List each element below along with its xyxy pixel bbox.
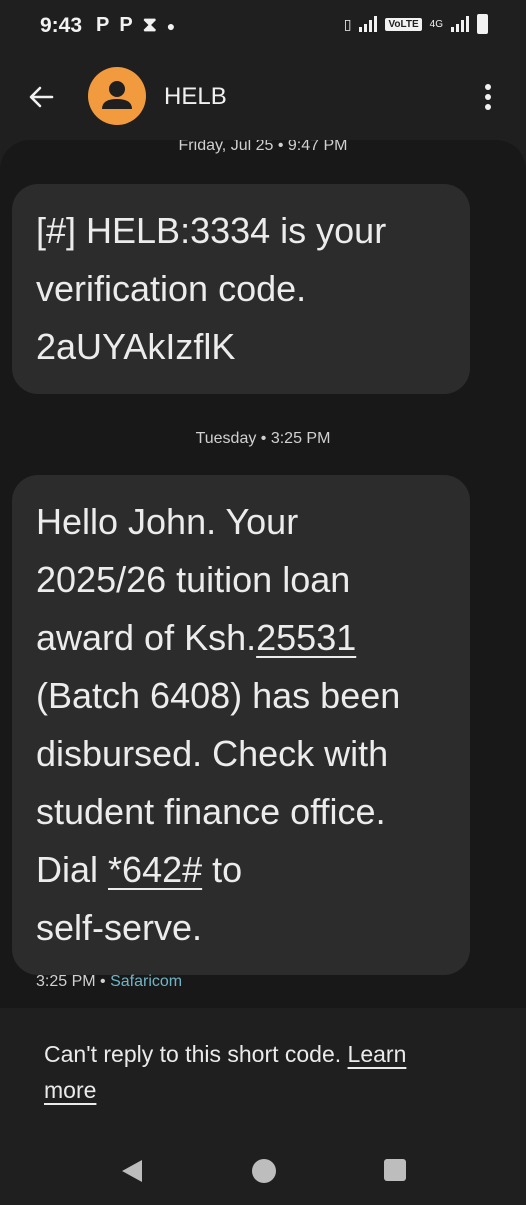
message-timestamp: Friday, Jul 25 • 9:47 PM <box>178 140 348 154</box>
battery-icon <box>477 14 488 34</box>
system-icons: ▯ VoLTE 4G <box>344 14 488 34</box>
message-line: disbursed. Check with <box>36 733 389 774</box>
message-line: Hello John. Your <box>36 501 299 542</box>
message-line: (Batch 6408) has been <box>36 675 401 716</box>
message-line: 2025/26 tuition loan <box>36 559 351 600</box>
signal-icon <box>359 16 378 32</box>
volte-icon: VoLTE <box>385 17 422 31</box>
reply-disabled-banner: Can't reply to this short code. Learn mo… <box>0 1008 526 1128</box>
message-meta: 3:25 PM • Safaricom <box>36 973 182 991</box>
carrier-label: Safaricom <box>110 973 183 990</box>
back-arrow-icon[interactable] <box>26 82 56 112</box>
meta-separator: • <box>95 973 111 990</box>
message-line: 2aUYAkIzflK <box>36 326 236 367</box>
dot-icon: ● <box>166 17 176 34</box>
status-bar: 9:43 P P ⧗ ● ▯ VoLTE 4G <box>0 0 526 52</box>
p-app-icon: P <box>96 14 110 36</box>
navigation-bar <box>0 1130 526 1205</box>
4g-label: 4G <box>429 18 443 30</box>
message-time: 3:25 PM <box>36 973 96 990</box>
amount-link[interactable]: 25531 <box>256 617 356 658</box>
message-text: Dial <box>36 849 109 890</box>
message-line: student finance office. <box>36 791 386 832</box>
status-time: 9:43 <box>40 14 83 37</box>
avatar[interactable] <box>88 67 146 125</box>
4g-signal-icon <box>451 16 469 32</box>
ussd-code-link[interactable]: *642# <box>108 849 202 890</box>
message-line: Dial *642# to <box>36 841 448 899</box>
message-line: [#] HELB:3334 is your <box>36 210 387 251</box>
message-line: award of Ksh.25531 <box>36 609 448 667</box>
message-line: self-serve. <box>36 907 203 948</box>
person-icon <box>102 81 132 109</box>
message-timestamp: Tuesday • 3:25 PM <box>195 430 331 447</box>
message-text: award of Ksh. <box>36 617 257 658</box>
message-bubble[interactable]: [#] HELB:3334 is your verification code.… <box>12 184 470 394</box>
notification-icons: P P ⧗ ● <box>96 14 175 37</box>
more-options-icon[interactable] <box>478 82 498 112</box>
contact-name[interactable]: HELB <box>164 83 227 111</box>
nav-recents-icon[interactable] <box>383 1158 407 1182</box>
nav-home-icon[interactable] <box>251 1158 277 1184</box>
cannot-reply-text: Can't reply to this short code. <box>44 1041 348 1067</box>
message-text: to <box>202 849 243 890</box>
hourglass-icon: ⧗ <box>142 14 157 36</box>
nav-back-icon[interactable] <box>120 1158 144 1184</box>
vibrate-icon: ▯ <box>343 15 352 32</box>
conversation-thread[interactable]: Friday, Jul 25 • 9:47 PM [#] HELB:3334 i… <box>0 140 526 1008</box>
reply-disabled-text: Can't reply to this short code. Learn mo… <box>44 1036 464 1108</box>
message-line: verification code. <box>36 268 307 309</box>
message-bubble[interactable]: Hello John. Your 2025/26 tuition loan aw… <box>12 475 470 975</box>
conversation-header: HELB <box>0 62 526 132</box>
p-app-icon: P <box>119 14 133 36</box>
